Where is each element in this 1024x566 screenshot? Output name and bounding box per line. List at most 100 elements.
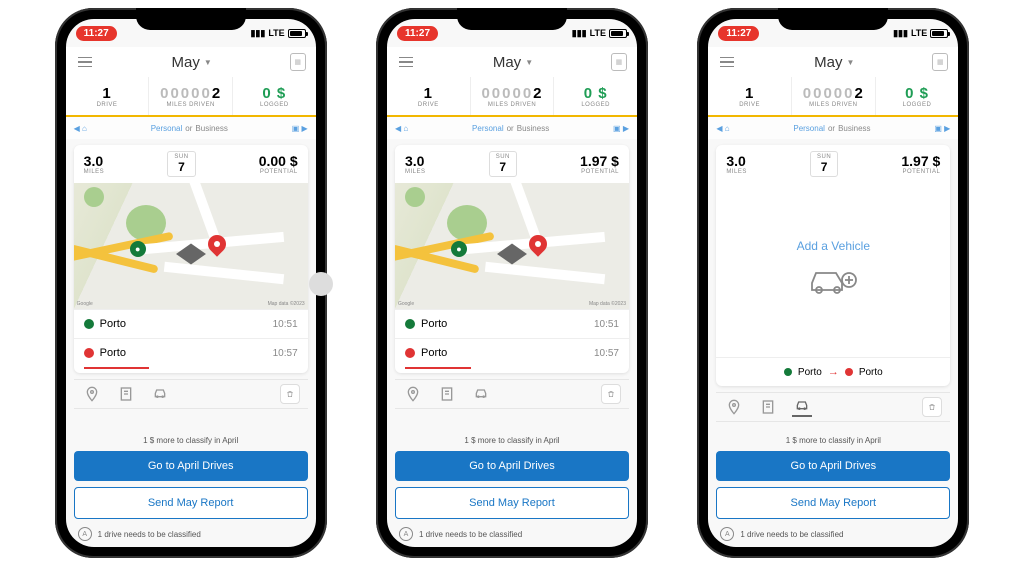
month-label: May: [172, 54, 200, 71]
screen: 11:27 ▮▮▮ LTE May▼ ▦ 1DRIVE 000002MILES …: [708, 19, 958, 547]
signal-bars-icon: ▮▮▮: [250, 28, 265, 39]
dot-green-icon: [405, 319, 415, 329]
drive-card[interactable]: 3.0MILES SUN7 1.97 $POTENTIAL ● Google M…: [395, 145, 629, 373]
car-icon[interactable]: [471, 384, 491, 404]
stat-miles[interactable]: 000002 MILES DRIVEN: [149, 77, 233, 115]
card-header: 3.0MILES SUN7 1.97 $POTENTIAL: [395, 145, 629, 183]
trash-icon[interactable]: [601, 384, 621, 404]
business-label: Business: [195, 124, 227, 133]
status-icons: ▮▮▮ LTE: [572, 28, 627, 39]
chevron-down-icon: ▼: [847, 58, 855, 67]
google-attribution: Google: [77, 301, 93, 307]
trash-icon[interactable]: [280, 384, 300, 404]
stats-row: 1DRIVE 000002MILES DRIVEN 0 $LOGGED: [708, 77, 958, 117]
card-potential-value: 0.00 $: [259, 153, 298, 169]
footer-area: 1 $ more to classify in April Go to Apri…: [708, 422, 958, 547]
go-drives-button[interactable]: Go to April Drives: [395, 451, 629, 481]
send-report-button[interactable]: Send May Report: [716, 487, 950, 519]
menu-icon[interactable]: [76, 55, 94, 70]
menu-icon[interactable]: [397, 55, 415, 70]
add-vehicle-area[interactable]: Add a Vehicle: [716, 183, 950, 357]
month-dropdown[interactable]: May ▼: [493, 54, 533, 71]
month-dropdown[interactable]: May▼: [814, 54, 854, 71]
stats-row: 1 DRIVE 000002 MILES DRIVEN 0 $ LOGGED: [66, 77, 316, 117]
classify-hint: 1 $ more to classify in April: [74, 436, 308, 445]
dot-green-icon: [84, 319, 94, 329]
stat-miles[interactable]: 000002MILES DRIVEN: [471, 77, 555, 115]
trash-icon[interactable]: [922, 397, 942, 417]
arrow-right-icon: ▣ ▶: [613, 124, 629, 133]
stat-miles-label: MILES DRIVEN: [149, 102, 232, 108]
info-a-icon[interactable]: A: [399, 527, 413, 541]
battery-icon: [288, 29, 306, 38]
send-report-button[interactable]: Send May Report: [395, 487, 629, 519]
stop-end-row[interactable]: Porto 10:57: [74, 338, 308, 367]
notch: [778, 8, 888, 30]
add-vehicle-label: Add a Vehicle: [797, 239, 870, 253]
go-drives-button[interactable]: Go to April Drives: [716, 451, 950, 481]
go-drives-button[interactable]: Go to April Drives: [74, 451, 308, 481]
footer-area: 1 $ more to classify in April Go to Apri…: [387, 422, 637, 547]
card-header: 3.0 MILES SUN 7 0.00 $ POTENTIAL: [74, 145, 308, 183]
main-area: 3.0MILES SUN7 1.97 $POTENTIAL ● Google M…: [387, 139, 637, 422]
month-dropdown[interactable]: May ▼: [172, 54, 212, 71]
swipe-hint[interactable]: ◀ ⌂ Personal or Business ▣ ▶: [66, 117, 316, 139]
signal-bars-icon: ▮▮▮: [893, 28, 908, 39]
card-miles-value: 3.0: [84, 153, 105, 169]
stop-start-row[interactable]: Porto10:51: [395, 309, 629, 338]
receipt-icon[interactable]: [758, 397, 778, 417]
location-icon[interactable]: [403, 384, 423, 404]
menu-icon[interactable]: [718, 55, 736, 70]
location-icon[interactable]: [82, 384, 102, 404]
progress-indicator: [84, 367, 150, 369]
info-a-icon[interactable]: A: [720, 527, 734, 541]
stat-drives[interactable]: 1DRIVE: [387, 77, 471, 115]
info-a-icon[interactable]: A: [78, 527, 92, 541]
map-copyright: Map data ©2023: [268, 301, 305, 307]
card-miles-label: MILES: [84, 169, 105, 175]
map-thumbnail[interactable]: ● Google Map data ©2023: [395, 183, 629, 309]
app-topbar: May ▼ ▦: [387, 47, 637, 77]
notch: [136, 8, 246, 30]
report-icon[interactable]: ▦: [290, 53, 306, 71]
stat-miles[interactable]: 000002MILES DRIVEN: [792, 77, 876, 115]
stat-drives[interactable]: 1DRIVE: [708, 77, 792, 115]
drive-card[interactable]: 3.0 MILES SUN 7 0.00 $ POTENTIAL: [74, 145, 308, 373]
arrow-left-icon: ◀ ⌂: [395, 124, 408, 133]
map-thumbnail[interactable]: ● Google Map data ©2023: [74, 183, 308, 309]
chevron-down-icon: ▼: [525, 58, 533, 67]
stat-logged[interactable]: 0 $LOGGED: [876, 77, 959, 115]
phone-mockup-3: 11:27 ▮▮▮ LTE May▼ ▦ 1DRIVE 000002MILES …: [697, 8, 969, 558]
side-handle[interactable]: [309, 272, 333, 296]
main-area: 3.0 MILES SUN 7 0.00 $ POTENTIAL: [66, 139, 316, 422]
swipe-hint[interactable]: ◀ ⌂ PersonalorBusiness ▣ ▶: [708, 117, 958, 139]
stat-drives[interactable]: 1 DRIVE: [66, 77, 150, 115]
drive-card[interactable]: 3.0MILES SUN7 1.97 $POTENTIAL Add a Vehi…: [716, 145, 950, 386]
report-icon[interactable]: ▦: [611, 53, 627, 71]
location-icon[interactable]: [724, 397, 744, 417]
arrow-right-icon: ▣ ▶: [292, 124, 308, 133]
chevron-down-icon: ▼: [204, 58, 212, 67]
dot-red-icon: [845, 368, 853, 376]
status-icons: ▮▮▮ LTE: [250, 28, 305, 39]
map-pin-start-icon: ●: [130, 241, 146, 257]
report-icon[interactable]: ▦: [932, 53, 948, 71]
send-report-button[interactable]: Send May Report: [74, 487, 308, 519]
bottom-status: A 1 drive needs to be classified: [74, 525, 308, 543]
receipt-icon[interactable]: [437, 384, 457, 404]
car-icon[interactable]: [150, 384, 170, 404]
time-pill: 11:27: [718, 26, 759, 41]
stat-logged[interactable]: 0 $ LOGGED: [233, 77, 316, 115]
arrow-right-icon: →: [828, 366, 839, 378]
stop-start-row[interactable]: Porto 10:51: [74, 309, 308, 338]
screen: 11:27 ▮▮▮ LTE May ▼ ▦ 1 DRIVE 000002 MIL…: [66, 19, 316, 547]
swipe-hint[interactable]: ◀ ⌂ PersonalorBusiness ▣ ▶: [387, 117, 637, 139]
card-potential-label: POTENTIAL: [259, 169, 298, 175]
stat-logged[interactable]: 0 $LOGGED: [554, 77, 637, 115]
car-icon[interactable]: [792, 397, 812, 417]
stat-logged-label: LOGGED: [233, 102, 316, 108]
stat-drives-value: 1: [66, 85, 149, 102]
footer-area: 1 $ more to classify in April Go to Apri…: [66, 422, 316, 547]
stop-end-row[interactable]: Porto10:57: [395, 338, 629, 367]
receipt-icon[interactable]: [116, 384, 136, 404]
